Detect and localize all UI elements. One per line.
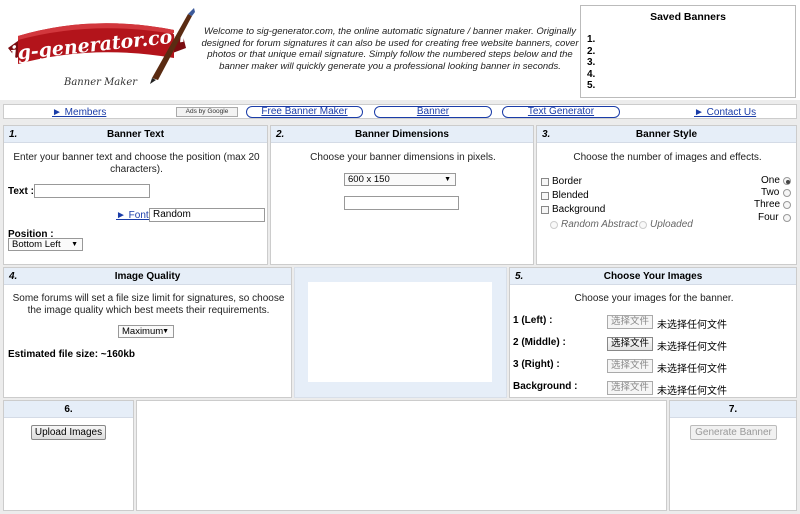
chevron-down-icon: ▼ — [71, 241, 78, 248]
panel-header: 5. Choose Your Images — [510, 268, 796, 285]
quality-value: Maximum — [122, 326, 164, 337]
nav-bar: ► Members Ads by Google Free Banner Make… — [3, 104, 797, 119]
count-two-label: Two — [761, 187, 780, 198]
generated-banner-area — [136, 400, 667, 511]
step-number: 6. — [64, 404, 73, 415]
panel-header: 1. Banner Text — [4, 126, 267, 143]
background-image-file-status: 未选择任何文件 — [657, 386, 727, 397]
chevron-down-icon: ▼ — [162, 328, 169, 335]
count-four-label: Four — [758, 212, 779, 223]
count-three-label: Three — [754, 199, 781, 210]
nav-banner[interactable]: Banner — [374, 106, 492, 118]
estimated-file-size: Estimated file size: ~160kb — [8, 349, 136, 360]
image-right-file-status: 未选择任何文件 — [657, 364, 727, 375]
position-select[interactable]: Bottom Left ▼ — [8, 238, 83, 251]
nav-members-link[interactable]: ► Members — [52, 107, 106, 118]
blended-label: Blended — [552, 190, 589, 201]
step1-banner-text-panel: 1. Banner Text Enter your banner text an… — [3, 125, 268, 265]
random-abstract-radio[interactable] — [550, 221, 558, 229]
count-one-label: One — [761, 175, 780, 186]
background-label: Background — [552, 204, 606, 215]
image-left-file-button[interactable]: 选择文件 — [607, 315, 654, 329]
panel-header: 2. Banner Dimensions — [271, 126, 533, 143]
saved-banners-box: Saved Banners 1. 2. 3. 4. 5. — [580, 5, 796, 98]
image-middle-label: 2 (Middle) : — [513, 337, 566, 348]
uploaded-label: Uploaded — [650, 219, 693, 230]
step7-generate-panel: 7. Generate Banner — [669, 400, 797, 511]
dimensions-value: 600 x 150 — [348, 174, 390, 185]
text-label: Text : — [8, 186, 34, 197]
panel-header: 3. Banner Style — [537, 126, 796, 143]
image-left-file-status: 未选择任何文件 — [657, 320, 727, 331]
image-middle-file-button[interactable]: 选择文件 — [607, 337, 654, 351]
panel-title: Image Quality — [114, 271, 181, 282]
image-right-label: 3 (Right) : — [513, 359, 560, 370]
border-checkbox[interactable] — [541, 178, 549, 186]
panel-description: Some forums will set a file size limit f… — [12, 293, 285, 316]
background-checkbox[interactable] — [541, 206, 549, 214]
saved-banner-item[interactable]: 5. — [587, 80, 595, 92]
image-middle-file-status: 未选择任何文件 — [657, 342, 727, 353]
panel-description: Choose the number of images and effects. — [573, 152, 762, 163]
step5-choose-images-panel: 5. Choose Your Images Choose your images… — [509, 267, 797, 398]
panel-description: Enter your banner text and choose the po… — [13, 152, 260, 175]
border-label: Border — [552, 176, 583, 187]
saved-banners-list: 1. 2. 3. 4. 5. — [587, 34, 595, 92]
font-field[interactable]: Random — [149, 208, 265, 222]
chevron-down-icon: ▼ — [444, 176, 451, 183]
saved-banner-item[interactable]: 3. — [587, 57, 595, 69]
dimensions-select[interactable]: 600 x 150 ▼ — [344, 173, 456, 186]
saved-banner-item[interactable]: 2. — [587, 46, 595, 58]
panel-title: Choose Your Images — [603, 271, 703, 282]
step3-banner-style-panel: 3. Banner Style Choose the number of ima… — [536, 125, 797, 265]
nav-contact-us-link[interactable]: ► Contact Us — [694, 107, 756, 118]
panel-title: Banner Dimensions — [355, 129, 449, 140]
preview-area — [294, 267, 507, 398]
count-four-radio[interactable] — [783, 214, 791, 222]
blended-checkbox[interactable] — [541, 192, 549, 200]
banner-preview — [308, 282, 492, 382]
image-right-file-button[interactable]: 选择文件 — [607, 359, 654, 373]
welcome-text: Welcome to sig-generator.com, the online… — [201, 26, 579, 72]
count-one-radio[interactable] — [783, 177, 791, 185]
panel-header: 7. — [670, 401, 796, 418]
custom-dimensions-input[interactable] — [344, 196, 459, 210]
saved-banner-item[interactable]: 1. — [587, 34, 595, 46]
panel-description: Choose your images for the banner. — [574, 293, 734, 304]
background-image-file-button[interactable]: 选择文件 — [607, 381, 654, 395]
saved-banners-title: Saved Banners — [650, 11, 726, 23]
quality-select[interactable]: Maximum ▼ — [118, 325, 174, 338]
font-link[interactable]: ► Font: — [116, 210, 151, 221]
upload-images-button[interactable]: Upload Images — [31, 425, 106, 440]
panel-title: Banner Style — [635, 129, 698, 140]
nav-text-generator[interactable]: Text Generator — [502, 106, 620, 118]
panel-header: 6. — [4, 401, 133, 418]
nav-free-banner-maker[interactable]: Free Banner Maker — [246, 106, 363, 118]
image-left-label: 1 (Left) : — [513, 315, 553, 326]
panel-description: Choose your banner dimensions in pixels. — [310, 152, 496, 163]
banner-text-input[interactable] — [34, 184, 150, 198]
step-number: 7. — [728, 404, 738, 415]
count-two-radio[interactable] — [783, 189, 791, 197]
panel-title: Banner Text — [106, 129, 165, 140]
uploaded-radio[interactable] — [639, 221, 647, 229]
saved-banner-item[interactable]: 4. — [587, 69, 595, 81]
count-three-radio[interactable] — [783, 201, 791, 209]
generate-banner-button[interactable]: Generate Banner — [690, 425, 777, 440]
logo-subtitle: Banner Maker — [64, 77, 138, 88]
step4-image-quality-panel: 4. Image Quality Some forums will set a … — [3, 267, 292, 398]
position-value: Bottom Left — [12, 239, 61, 250]
random-abstract-label: Random Abstract — [561, 219, 638, 230]
panel-header: 4. Image Quality — [4, 268, 291, 285]
background-image-label: Background : — [513, 381, 578, 392]
ads-by-google-badge[interactable]: Ads by Google — [176, 107, 238, 117]
step6-upload-panel: 6. Upload Images — [3, 400, 134, 511]
step2-banner-dimensions-panel: 2. Banner Dimensions Choose your banner … — [270, 125, 534, 265]
